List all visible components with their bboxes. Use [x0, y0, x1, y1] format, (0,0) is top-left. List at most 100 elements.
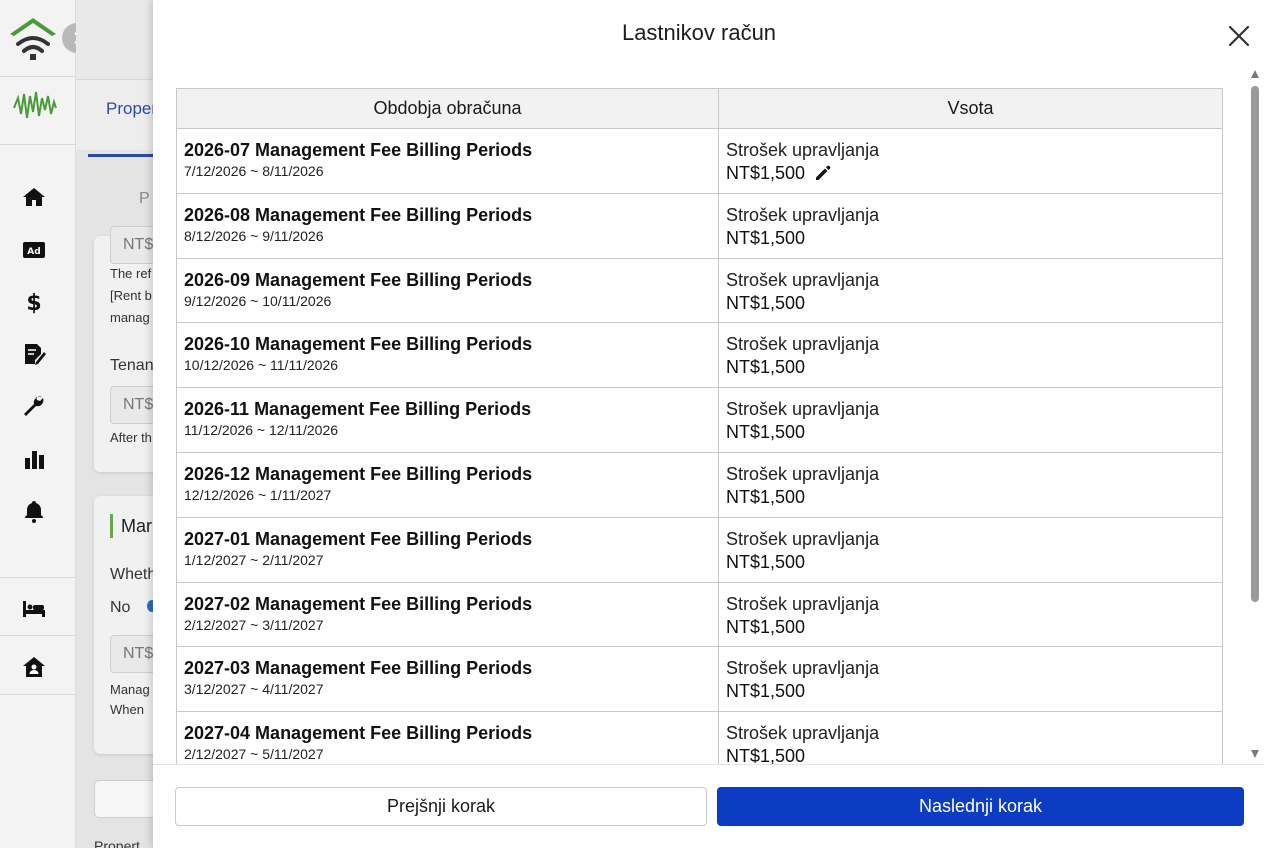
- billing-table: Obdobja obračuna Vsota 2026-07 Managemen…: [176, 88, 1223, 764]
- table-row: 2026-12 Management Fee Billing Periods 1…: [176, 451, 1223, 518]
- amount-cell: Strošek upravljanja NT$1,500: [718, 581, 1223, 648]
- period-title: 2026-07 Management Fee Billing Periods: [184, 140, 533, 160]
- background-card-title-bar: [110, 514, 113, 538]
- sidebar-divider: [0, 76, 76, 77]
- sidebar-item-maintenance[interactable]: [20, 393, 48, 419]
- scroll-up-arrow-icon[interactable]: [1251, 70, 1259, 78]
- period-cell: 2027-04 Management Fee Billing Periods 2…: [176, 711, 719, 764]
- amount-cell: Strošek upravljanja NT$1,500: [718, 192, 1223, 259]
- fee-amount: NT$1,500: [726, 551, 806, 572]
- close-icon: [1228, 25, 1250, 47]
- table-row: 2026-09 Management Fee Billing Periods 9…: [176, 257, 1223, 324]
- period-cell: 2026-10 Management Fee Billing Periods 1…: [176, 322, 719, 389]
- table-row: 2027-03 Management Fee Billing Periods 3…: [176, 646, 1223, 713]
- fee-label: Strošek upravljanja: [726, 528, 880, 549]
- period-range: 12/12/2026 ~ 1/11/2027: [184, 486, 332, 503]
- house-user-icon: [23, 657, 45, 677]
- fee-amount: NT$1,500: [726, 681, 806, 702]
- period-range: 3/12/2027 ~ 4/11/2027: [184, 681, 324, 698]
- scrollbar-thumb[interactable]: [1251, 86, 1259, 602]
- table-row: 2027-02 Management Fee Billing Periods 2…: [176, 581, 1223, 648]
- fee-label: Strošek upravljanja: [726, 269, 880, 290]
- amount-cell: Strošek upravljanja NT$1,500: [718, 257, 1223, 324]
- period-cell: 2026-12 Management Fee Billing Periods 1…: [176, 451, 719, 518]
- scroll-down-arrow-icon[interactable]: [1251, 750, 1259, 758]
- sidebar-item-rooms[interactable]: [20, 595, 48, 621]
- wifi-home-logo-icon: [10, 18, 56, 60]
- period-range: 10/12/2026 ~ 11/11/2026: [184, 357, 339, 374]
- background-mgmt-note-line: When: [110, 702, 144, 717]
- sidebar-item-home[interactable]: [20, 184, 48, 210]
- pencil-icon: [816, 165, 831, 180]
- edit-amount-button[interactable]: [813, 163, 833, 183]
- fee-amount: NT$1,500: [726, 227, 806, 248]
- table-row: 2026-08 Management Fee Billing Periods 8…: [176, 192, 1223, 259]
- fee-amount-row: NT$1,500: [726, 161, 1215, 185]
- background-note-line: manag: [110, 310, 150, 325]
- period-title: 2027-03 Management Fee Billing Periods: [184, 658, 533, 679]
- background-tenant-label: Tenan: [110, 357, 154, 374]
- owner-bill-modal: Lastnikov račun Obdobja obračuna Vsota 2…: [153, 0, 1264, 848]
- background-subtab[interactable]: P: [139, 190, 150, 208]
- wrench-icon: [24, 396, 44, 416]
- fee-label: Strošek upravljanja: [726, 723, 880, 744]
- next-step-button[interactable]: Naslednji korak: [717, 787, 1244, 826]
- background-mgmt-note-line: Manag: [110, 682, 150, 697]
- table-row: 2027-01 Management Fee Billing Periods 1…: [176, 516, 1223, 583]
- period-cell: 2026-08 Management Fee Billing Periods 8…: [176, 192, 719, 259]
- brand-mark-icon: [13, 91, 57, 119]
- sidebar-item-reports[interactable]: [20, 446, 48, 472]
- fee-label: Strošek upravljanja: [726, 204, 880, 225]
- period-cell: 2027-03 Management Fee Billing Periods 3…: [176, 646, 719, 713]
- period-range: 11/12/2026 ~ 12/11/2026: [184, 422, 339, 439]
- column-header-amount: Vsota: [718, 88, 1223, 129]
- sidebar-item-notifications[interactable]: [20, 498, 48, 524]
- background-radio-no-label[interactable]: No: [110, 599, 130, 617]
- fee-label: Strošek upravljanja: [726, 399, 880, 420]
- amount-cell: Strošek upravljanja NT$1,500: [718, 711, 1223, 764]
- period-title: 2027-04 Management Fee Billing Periods: [184, 723, 533, 744]
- billing-table-container[interactable]: Obdobja obračuna Vsota 2026-07 Managemen…: [176, 88, 1223, 764]
- period-range: 2/12/2027 ~ 3/11/2027: [184, 616, 324, 633]
- fee-label: Strošek upravljanja: [726, 658, 880, 679]
- background-footer-text: Propert: [94, 838, 140, 848]
- sidebar-divider: [0, 635, 76, 636]
- chart-icon: [25, 451, 44, 469]
- table-row: 2027-04 Management Fee Billing Periods 2…: [176, 711, 1223, 764]
- period-title: 2027-01 Management Fee Billing Periods: [184, 528, 533, 549]
- period-title: 2026-11 Management Fee Billing Periods: [184, 399, 532, 420]
- background-note-line: [Rent b: [110, 288, 152, 303]
- sidebar-item-contracts[interactable]: [20, 341, 48, 367]
- close-button[interactable]: [1227, 24, 1251, 48]
- sidebar-item-owners[interactable]: [20, 654, 48, 680]
- background-whether-label: Wheth: [110, 566, 157, 583]
- period-range: 1/12/2027 ~ 2/11/2027: [184, 551, 324, 568]
- sidebar-item-ads[interactable]: Ad: [20, 237, 48, 263]
- modal-scrollbar[interactable]: [1249, 70, 1261, 762]
- background-tab-property[interactable]: Proper: [106, 99, 157, 119]
- svg-text:$: $: [26, 291, 41, 314]
- fee-label: Strošek upravljanja: [726, 593, 880, 614]
- period-cell: 2026-09 Management Fee Billing Periods 9…: [176, 257, 719, 324]
- previous-step-button[interactable]: Prejšnji korak: [175, 787, 707, 826]
- bell-icon: [25, 501, 43, 523]
- period-title: 2026-12 Management Fee Billing Periods: [184, 463, 533, 484]
- sidebar-item-finance[interactable]: $: [20, 289, 48, 315]
- period-title: 2027-02 Management Fee Billing Periods: [184, 593, 533, 614]
- table-header-row: Obdobja obračuna Vsota: [176, 88, 1223, 129]
- sidebar-divider: [0, 577, 76, 578]
- fee-label: Strošek upravljanja: [726, 463, 880, 484]
- fee-amount: NT$1,500: [726, 292, 806, 313]
- period-range: 7/12/2026 ~ 8/11/2026: [184, 163, 324, 179]
- fee-label: Strošek upravljanja: [726, 334, 880, 355]
- period-cell: 2027-01 Management Fee Billing Periods 1…: [176, 516, 719, 583]
- period-title: 2026-10 Management Fee Billing Periods: [184, 334, 533, 355]
- fee-label: Strošek upravljanja: [726, 140, 880, 160]
- fee-amount: NT$1,500: [726, 357, 806, 378]
- period-title: 2026-08 Management Fee Billing Periods: [184, 204, 533, 225]
- period-range: 9/12/2026 ~ 10/11/2026: [184, 292, 332, 309]
- amount-cell: Strošek upravljanja NT$1,500: [718, 387, 1223, 453]
- svg-text:Ad: Ad: [27, 247, 40, 257]
- ad-icon: Ad: [23, 242, 45, 258]
- bed-icon: [23, 601, 45, 617]
